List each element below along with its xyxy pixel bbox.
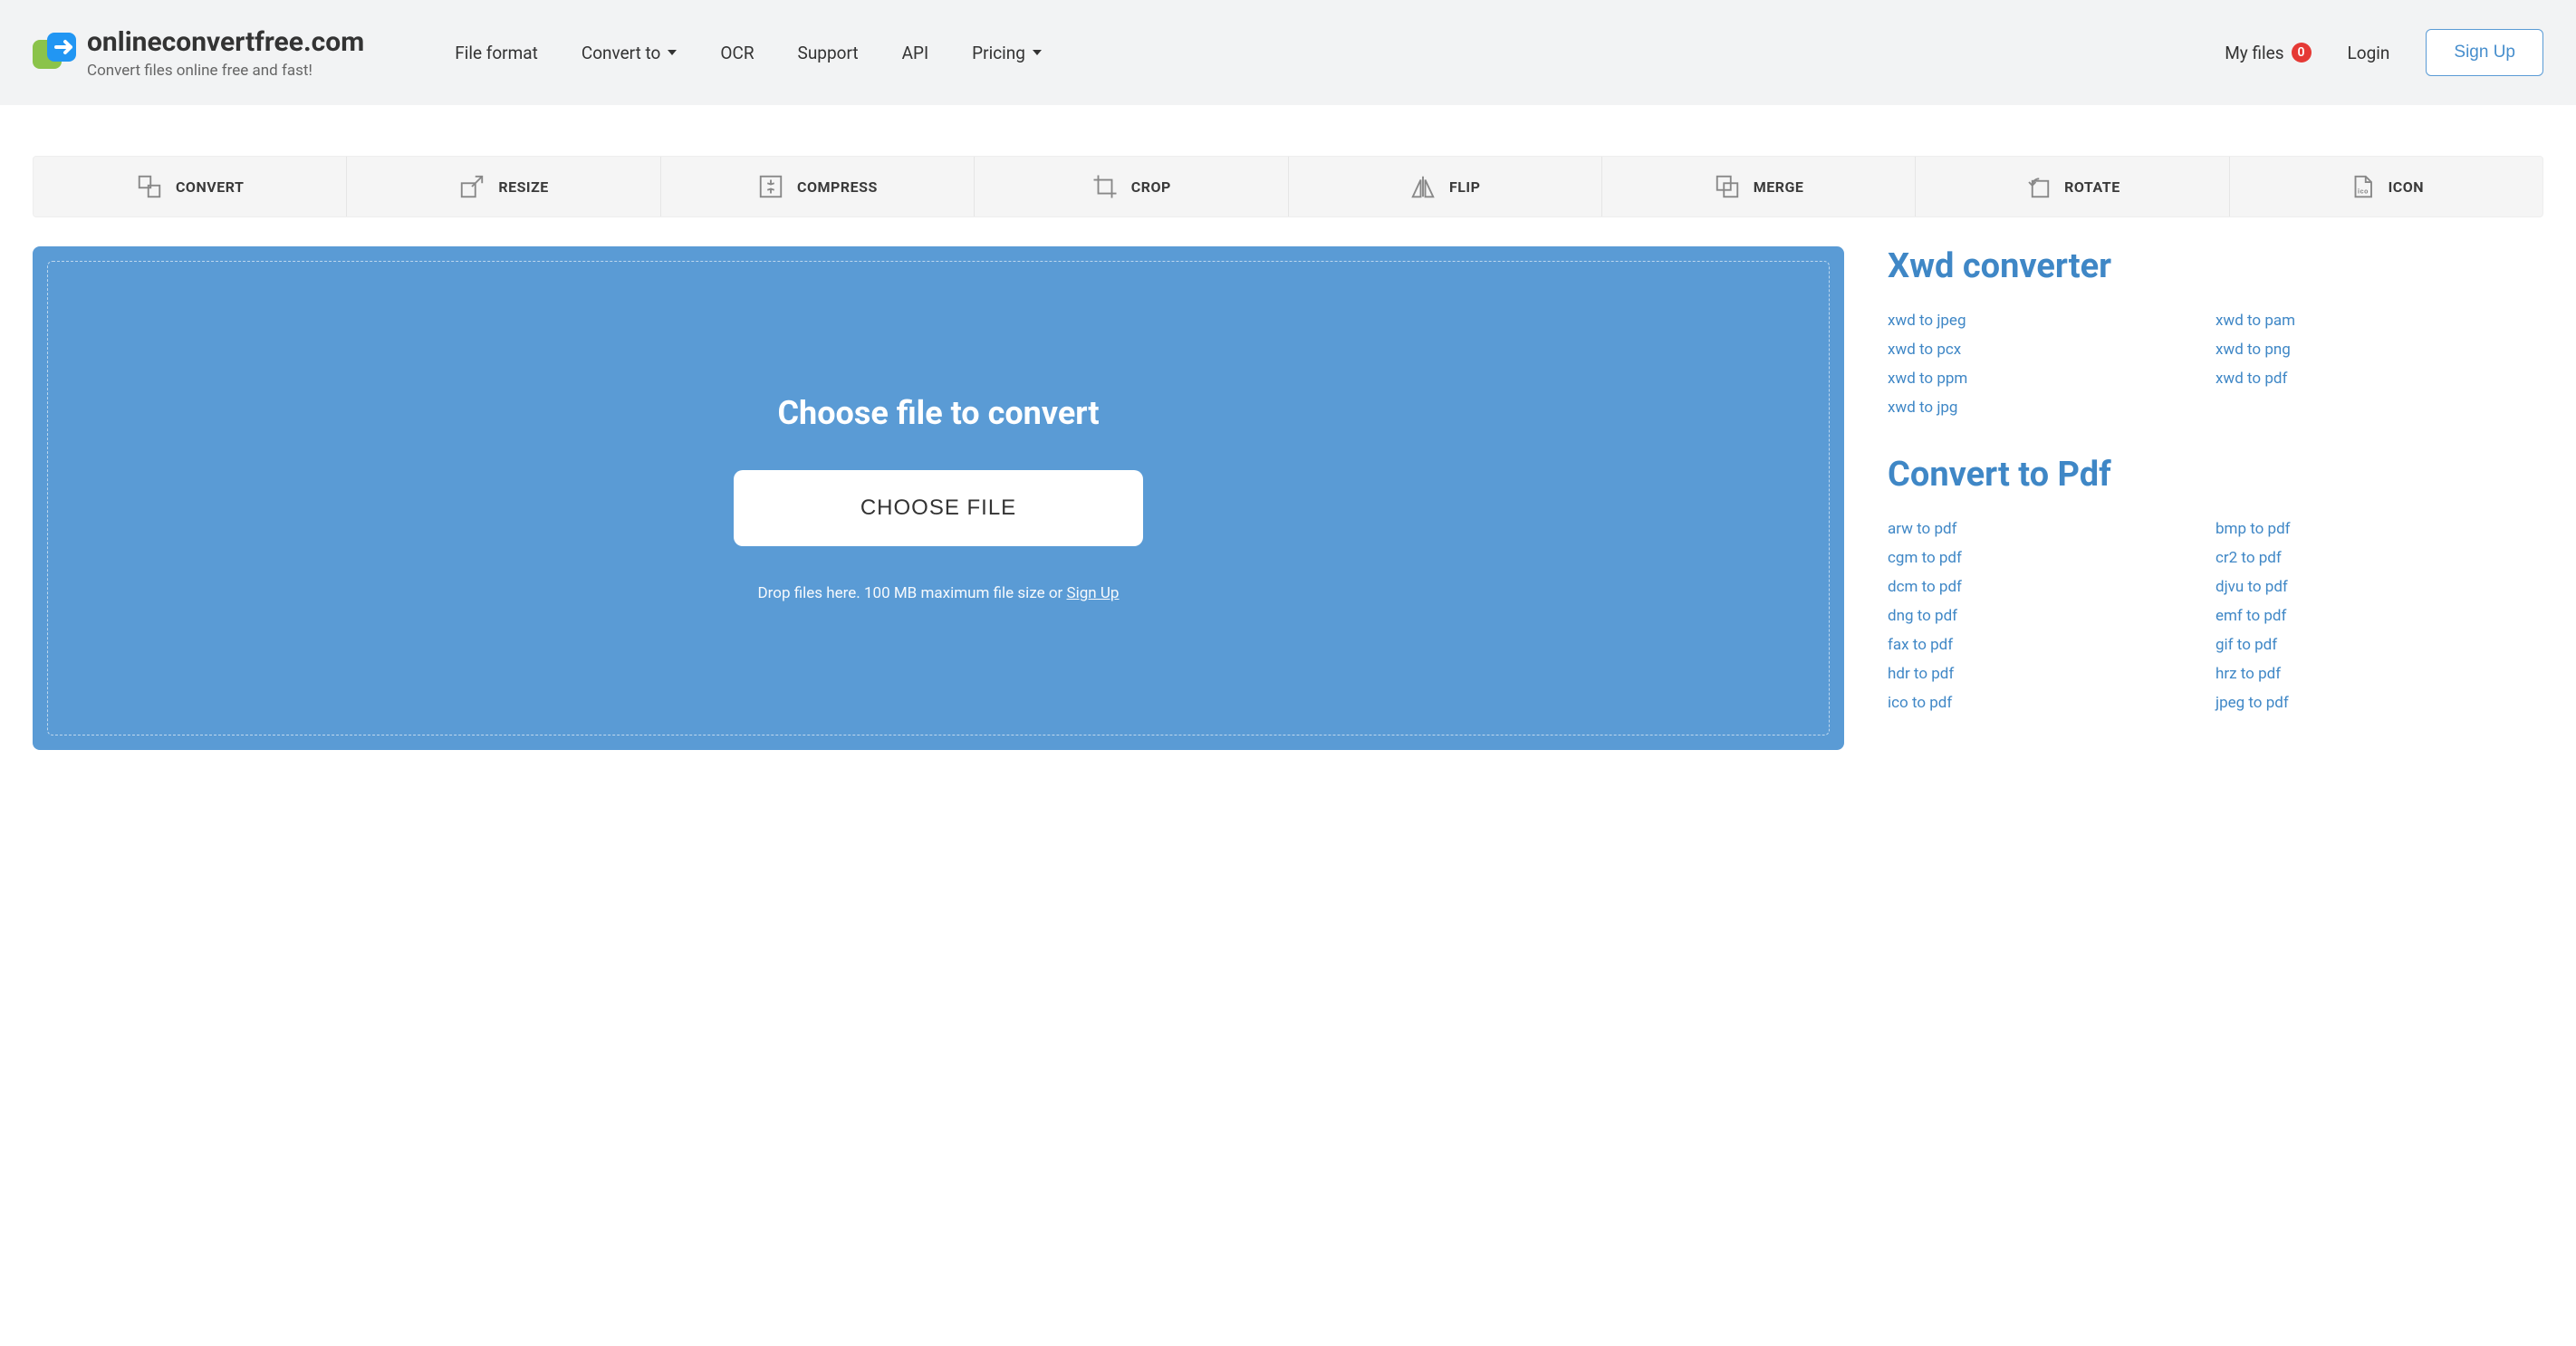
brand-title: onlineconvertfree.com bbox=[87, 26, 364, 58]
tool-merge[interactable]: MERGE bbox=[1602, 157, 1916, 216]
tool-icon-maker[interactable]: ico ICON bbox=[2230, 157, 2542, 216]
pdf-link[interactable]: jpeg to pdf bbox=[2216, 694, 2543, 712]
compress-icon bbox=[757, 173, 784, 200]
nav-convert-to[interactable]: Convert to bbox=[582, 43, 678, 63]
toolbar: CONVERT RESIZE COMPRESS CROP FLIP MERGE … bbox=[33, 156, 2543, 217]
sidebar-pdf-heading: Convert to Pdf bbox=[1888, 455, 2543, 495]
pdf-link[interactable]: cr2 to pdf bbox=[2216, 549, 2543, 567]
pdf-link[interactable]: dng to pdf bbox=[1888, 607, 2216, 625]
xwd-link-grid: xwd to jpegxwd to pamxwd to pcxxwd to pn… bbox=[1888, 312, 2543, 417]
pdf-link[interactable]: dcm to pdf bbox=[1888, 578, 2216, 596]
pdf-link[interactable]: cgm to pdf bbox=[1888, 549, 2216, 567]
tool-crop-label: CROP bbox=[1131, 178, 1171, 196]
xwd-link[interactable]: xwd to pcx bbox=[1888, 341, 2216, 359]
tool-merge-label: MERGE bbox=[1754, 178, 1804, 196]
tool-convert-label: CONVERT bbox=[176, 178, 244, 196]
nav-convert-to-label: Convert to bbox=[582, 43, 661, 63]
dropzone[interactable]: Choose file to convert CHOOSE FILE Drop … bbox=[33, 246, 1844, 750]
nav-support-label: Support bbox=[798, 43, 859, 63]
nav-pricing[interactable]: Pricing bbox=[972, 43, 1042, 63]
pdf-link[interactable]: hdr to pdf bbox=[1888, 665, 2216, 683]
tool-icon-label: ICON bbox=[2389, 178, 2424, 196]
signup-button[interactable]: Sign Up bbox=[2426, 29, 2543, 76]
tool-compress-label: COMPRESS bbox=[797, 178, 878, 196]
chevron-down-icon bbox=[668, 50, 677, 55]
tool-resize-label: RESIZE bbox=[498, 178, 549, 196]
rotate-icon bbox=[2024, 173, 2052, 200]
tool-crop[interactable]: CROP bbox=[975, 157, 1288, 216]
brand[interactable]: onlineconvertfree.com Convert files onli… bbox=[33, 26, 364, 80]
sidebar-xwd-heading: Xwd converter bbox=[1888, 246, 2543, 286]
dropzone-signup-link[interactable]: Sign Up bbox=[1067, 584, 1120, 602]
sidebar: Xwd converter xwd to jpegxwd to pamxwd t… bbox=[1888, 246, 2543, 750]
login-label: Login bbox=[2348, 43, 2390, 63]
resize-icon bbox=[458, 173, 485, 200]
dropzone-inner: Choose file to convert CHOOSE FILE Drop … bbox=[47, 261, 1830, 735]
logo-icon bbox=[33, 31, 76, 74]
brand-tagline: Convert files online free and fast! bbox=[87, 62, 364, 80]
nav-ocr[interactable]: OCR bbox=[720, 43, 754, 63]
pdf-link[interactable]: emf to pdf bbox=[2216, 607, 2543, 625]
login-link[interactable]: Login bbox=[2348, 43, 2390, 63]
my-files-badge: 0 bbox=[2292, 43, 2312, 62]
dropzone-subtext: Drop files here. 100 MB maximum file siz… bbox=[758, 584, 1120, 602]
dropzone-sub-prefix: Drop files here. 100 MB maximum file siz… bbox=[758, 584, 1067, 602]
tool-rotate-label: ROTATE bbox=[2064, 178, 2120, 196]
icon-file-icon: ico bbox=[2349, 173, 2376, 200]
pdf-link[interactable]: bmp to pdf bbox=[2216, 520, 2543, 538]
choose-file-button[interactable]: CHOOSE FILE bbox=[734, 470, 1143, 546]
nav-api[interactable]: API bbox=[902, 43, 929, 63]
svg-text:ico: ico bbox=[2358, 187, 2369, 196]
tool-convert[interactable]: CONVERT bbox=[34, 157, 347, 216]
xwd-link[interactable]: xwd to jpeg bbox=[1888, 312, 2216, 330]
nav-file-format-label: File format bbox=[455, 43, 538, 63]
xwd-link[interactable]: xwd to png bbox=[2216, 341, 2543, 359]
xwd-link[interactable]: xwd to ppm bbox=[1888, 370, 2216, 388]
tool-flip-label: FLIP bbox=[1449, 178, 1480, 196]
flip-icon bbox=[1409, 173, 1437, 200]
xwd-link[interactable]: xwd to jpg bbox=[1888, 399, 2216, 417]
pdf-link[interactable]: djvu to pdf bbox=[2216, 578, 2543, 596]
nav-support[interactable]: Support bbox=[798, 43, 859, 63]
xwd-link[interactable]: xwd to pam bbox=[2216, 312, 2543, 330]
pdf-link[interactable]: hrz to pdf bbox=[2216, 665, 2543, 683]
merge-icon bbox=[1714, 173, 1741, 200]
pdf-link-grid: arw to pdfbmp to pdfcgm to pdfcr2 to pdf… bbox=[1888, 520, 2543, 712]
my-files-label: My files bbox=[2225, 43, 2283, 63]
pdf-link[interactable]: arw to pdf bbox=[1888, 520, 2216, 538]
nav-ocr-label: OCR bbox=[720, 43, 754, 63]
chevron-down-icon bbox=[1033, 50, 1042, 55]
my-files-link[interactable]: My files 0 bbox=[2225, 43, 2311, 63]
nav-pricing-label: Pricing bbox=[972, 43, 1025, 63]
crop-icon bbox=[1091, 173, 1119, 200]
nav-right: My files 0 Login Sign Up bbox=[2225, 29, 2543, 76]
pdf-link[interactable]: fax to pdf bbox=[1888, 636, 2216, 654]
tool-flip[interactable]: FLIP bbox=[1289, 157, 1602, 216]
nav-main: File format Convert to OCR Support API P… bbox=[455, 43, 1042, 63]
header: onlineconvertfree.com Convert files onli… bbox=[0, 0, 2576, 105]
main: Choose file to convert CHOOSE FILE Drop … bbox=[0, 217, 2576, 750]
convert-icon bbox=[136, 173, 163, 200]
pdf-link[interactable]: ico to pdf bbox=[1888, 694, 2216, 712]
tool-rotate[interactable]: ROTATE bbox=[1916, 157, 2229, 216]
nav-file-format[interactable]: File format bbox=[455, 43, 538, 63]
tool-resize[interactable]: RESIZE bbox=[347, 157, 660, 216]
dropzone-title: Choose file to convert bbox=[777, 394, 1099, 432]
xwd-link[interactable]: xwd to pdf bbox=[2216, 370, 2543, 388]
nav-api-label: API bbox=[902, 43, 929, 63]
tool-compress[interactable]: COMPRESS bbox=[661, 157, 975, 216]
pdf-link[interactable]: gif to pdf bbox=[2216, 636, 2543, 654]
